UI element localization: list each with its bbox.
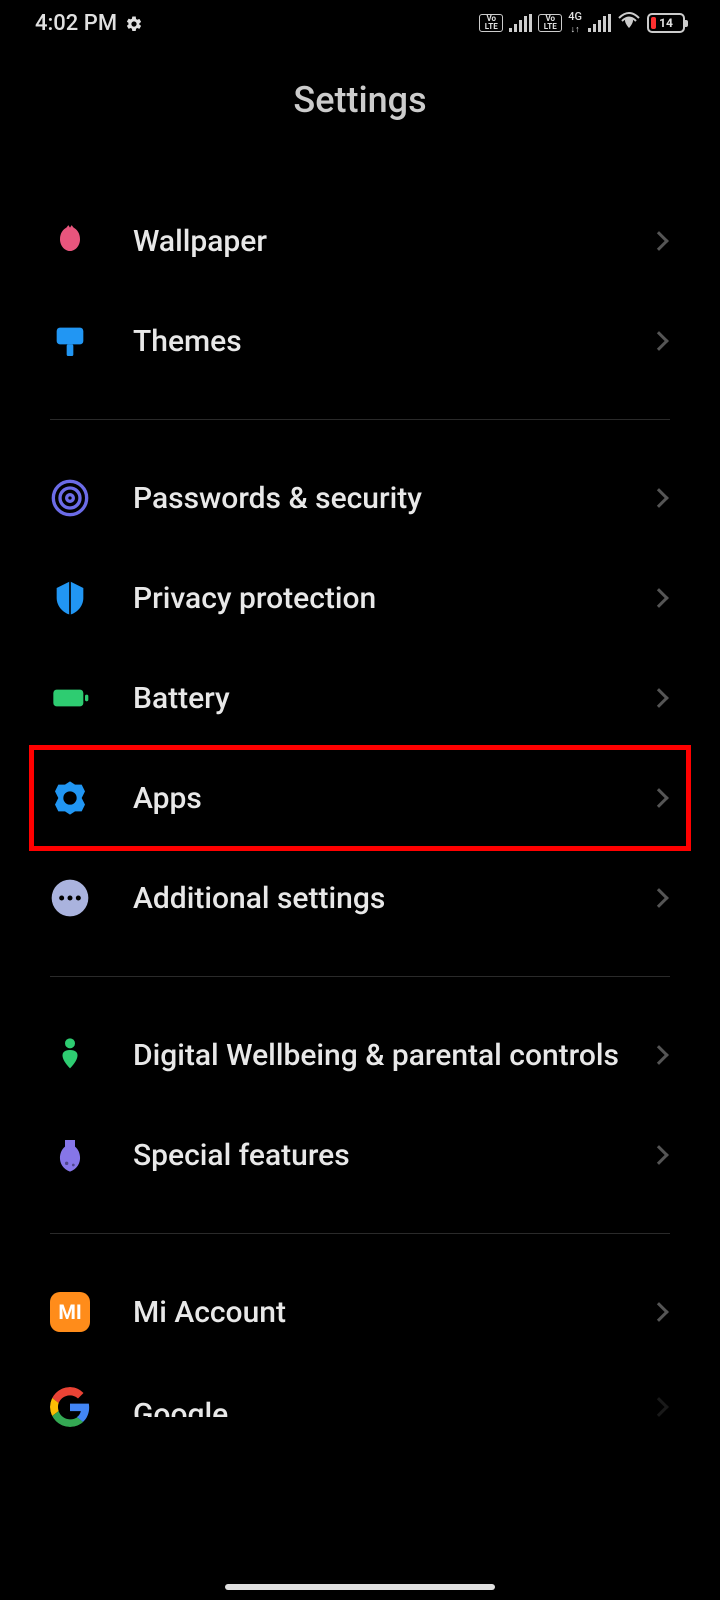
setting-label: Mi Account	[133, 1293, 652, 1332]
fingerprint-icon	[50, 478, 90, 518]
setting-label: Additional settings	[133, 879, 652, 918]
signal-1-icon	[509, 14, 532, 32]
setting-item-mi-account[interactable]: MI Mi Account	[50, 1262, 670, 1362]
setting-item-security[interactable]: Passwords & security	[50, 448, 670, 548]
setting-label: Battery	[133, 679, 652, 718]
chevron-right-icon	[649, 588, 669, 608]
status-time: 4:02 PM	[35, 11, 117, 36]
brush-icon	[50, 321, 90, 361]
chevron-right-icon	[649, 1145, 669, 1165]
signal-2-icon	[588, 14, 611, 32]
status-left: 4:02 PM	[35, 11, 143, 36]
chevron-right-icon	[649, 788, 669, 808]
more-dots-icon	[50, 878, 90, 918]
setting-label: Apps	[133, 779, 652, 818]
mi-logo-icon: MI	[50, 1292, 90, 1332]
setting-label: Themes	[133, 322, 652, 361]
gear-decor-icon	[50, 778, 90, 818]
flask-icon	[50, 1135, 90, 1175]
google-logo-icon	[50, 1387, 90, 1427]
setting-item-wellbeing[interactable]: Digital Wellbeing & parental controls	[50, 1005, 670, 1105]
setting-item-privacy[interactable]: Privacy protection	[50, 548, 670, 648]
divider	[50, 976, 670, 977]
status-right: VoLTE VoLTE 4G ↓↑ 14	[479, 10, 685, 36]
chevron-right-icon	[649, 331, 669, 351]
chevron-right-icon	[649, 1302, 669, 1322]
setting-label: Special features	[133, 1136, 652, 1175]
status-bar: 4:02 PM VoLTE VoLTE 4G ↓↑ 14	[0, 0, 720, 44]
home-indicator[interactable]	[225, 1584, 495, 1590]
shield-icon	[50, 578, 90, 618]
wifi-icon	[617, 10, 641, 36]
setting-label: Wallpaper	[133, 222, 652, 261]
chevron-right-icon	[649, 888, 669, 908]
setting-item-apps[interactable]: Apps	[32, 748, 688, 848]
battery-icon: 14	[647, 13, 685, 33]
setting-label: Digital Wellbeing & parental controls	[133, 1036, 652, 1075]
volte-2-icon: VoLTE	[538, 14, 562, 32]
setting-label: Google	[133, 1397, 652, 1417]
chevron-right-icon	[649, 231, 669, 251]
setting-item-wallpaper[interactable]: Wallpaper	[50, 191, 670, 291]
tulip-icon	[50, 221, 90, 261]
battery-icon	[50, 678, 90, 718]
volte-1-icon: VoLTE	[479, 14, 503, 32]
settings-list: Wallpaper Themes Passwords & security Pr…	[0, 191, 720, 1427]
divider	[50, 419, 670, 420]
chevron-right-icon	[649, 1397, 669, 1417]
chevron-right-icon	[649, 1045, 669, 1065]
page-title: Settings	[0, 79, 720, 121]
setting-item-battery[interactable]: Battery	[50, 648, 670, 748]
setting-item-google[interactable]: Google	[50, 1362, 670, 1427]
setting-item-additional[interactable]: Additional settings	[50, 848, 670, 948]
setting-item-themes[interactable]: Themes	[50, 291, 670, 391]
chevron-right-icon	[649, 688, 669, 708]
gear-icon	[125, 14, 143, 32]
person-heart-icon	[50, 1035, 90, 1075]
divider	[50, 1233, 670, 1234]
setting-item-special[interactable]: Special features	[50, 1105, 670, 1205]
setting-label: Privacy protection	[133, 579, 652, 618]
setting-label: Passwords & security	[133, 479, 652, 518]
network-type-icon: 4G ↓↑	[568, 11, 582, 35]
chevron-right-icon	[649, 488, 669, 508]
